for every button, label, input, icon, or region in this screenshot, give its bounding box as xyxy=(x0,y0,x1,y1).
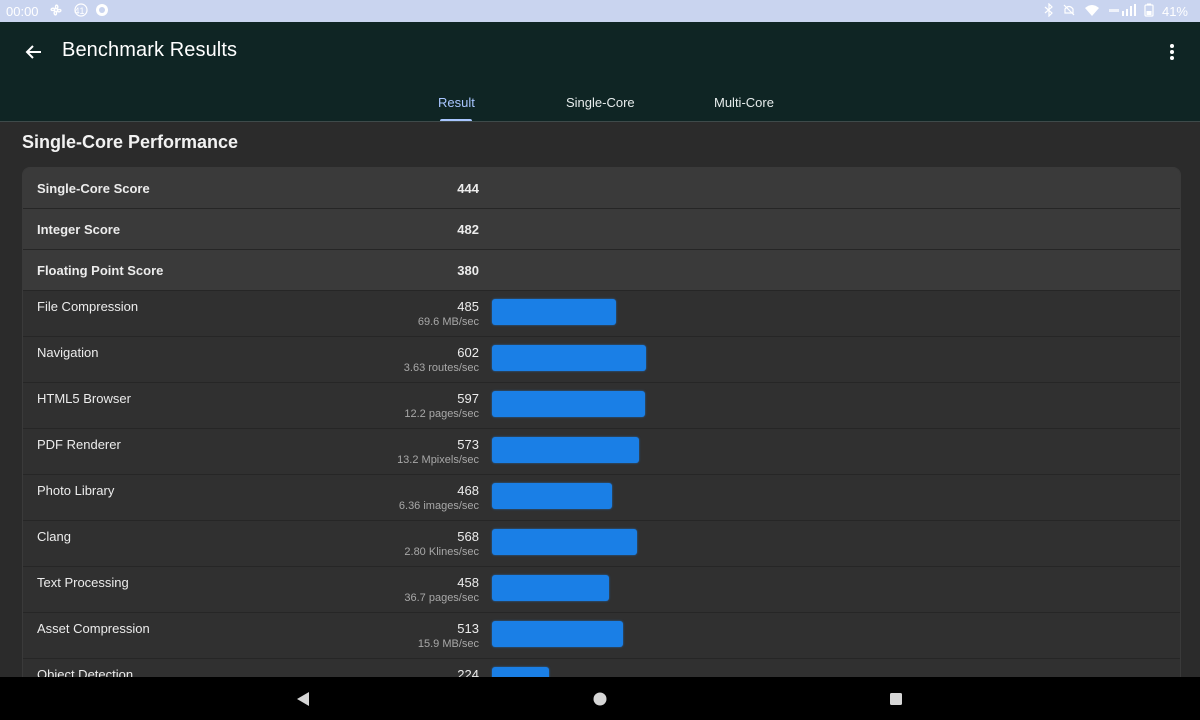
back-button[interactable] xyxy=(20,38,48,66)
results-card: Single-Core Score 444 Integer Score 482 … xyxy=(22,167,1181,689)
bluetooth-icon xyxy=(1044,2,1054,19)
row-name: File Compression xyxy=(37,299,139,314)
mute-icon xyxy=(1062,3,1076,19)
tab-result[interactable]: Result xyxy=(438,95,475,110)
row-rate: 6.36 images/sec xyxy=(398,500,479,512)
detail-row-file-compression: File Compression 485 69.6 MB/sec xyxy=(23,291,1180,337)
section-title: Single-Core Performance xyxy=(22,132,239,152)
battery-icon xyxy=(1144,3,1154,19)
row-rate: 2.80 Klines/sec xyxy=(404,546,479,558)
signal-icon xyxy=(1108,3,1136,19)
score-bar xyxy=(492,483,612,509)
row-score: 485 xyxy=(457,299,479,314)
row-score: 444 xyxy=(457,181,479,196)
detail-row-asset-compression: Asset Compression 513 15.9 MB/sec xyxy=(23,613,1180,659)
row-rate: 3.63 routes/sec xyxy=(403,362,479,374)
detail-row-navigation: Navigation 602 3.63 routes/sec xyxy=(23,337,1180,383)
row-rate: 15.9 MB/sec xyxy=(417,638,479,650)
detail-row-text-processing: Text Processing 458 36.7 pages/sec xyxy=(23,567,1180,613)
app-bar-divider xyxy=(0,121,1200,122)
score-bar xyxy=(492,299,616,325)
row-name: Clang xyxy=(37,529,71,544)
arrow-left-icon xyxy=(25,45,41,59)
row-score: 513 xyxy=(457,621,479,636)
score-bar xyxy=(492,345,646,371)
row-score: 602 xyxy=(457,345,479,360)
summary-row-floating-point-score: Floating Point Score 380 xyxy=(23,250,1180,291)
row-score: 597 xyxy=(457,391,479,406)
square-recents-icon xyxy=(890,693,902,705)
row-name: Floating Point Score xyxy=(37,263,164,278)
status-right: 41% xyxy=(1044,2,1200,19)
row-score: 573 xyxy=(457,437,479,452)
row-score: 468 xyxy=(457,483,479,498)
tab-bar: Result Single-Core Multi-Core xyxy=(0,88,1200,122)
row-name: Integer Score xyxy=(37,222,121,237)
triangle-back-icon xyxy=(297,692,309,706)
wifi-icon xyxy=(1084,3,1100,19)
score-bar xyxy=(492,575,609,601)
row-name: Asset Compression xyxy=(37,621,150,636)
status-left: 00:00 41 xyxy=(0,3,109,19)
tab-single-core[interactable]: Single-Core xyxy=(566,95,635,110)
detail-row-photo-library: Photo Library 468 6.36 images/sec xyxy=(23,475,1180,521)
system-nav-bar xyxy=(0,677,1200,720)
row-name: PDF Renderer xyxy=(37,437,121,452)
score-bar xyxy=(492,391,645,417)
row-name: Navigation xyxy=(37,345,99,360)
row-rate: 13.2 Mpixels/sec xyxy=(397,454,479,466)
nav-recents-button[interactable] xyxy=(884,687,908,711)
tab-multi-core[interactable]: Multi-Core xyxy=(714,95,774,110)
score-bar xyxy=(492,621,623,647)
fan-icon xyxy=(49,3,63,19)
summary-row-integer-score: Integer Score 482 xyxy=(23,209,1180,250)
more-vertical-icon xyxy=(1170,44,1174,60)
row-score: 568 xyxy=(457,529,479,544)
notification-count: 41 xyxy=(74,6,85,16)
summary-row-single-core-score: Single-Core Score 444 xyxy=(23,168,1180,209)
row-name: Single-Core Score xyxy=(37,181,150,196)
nav-back-button[interactable] xyxy=(291,687,315,711)
app-notification-icon xyxy=(95,3,109,19)
detail-row-pdf-renderer: PDF Renderer 573 13.2 Mpixels/sec xyxy=(23,429,1180,475)
row-rate: 69.6 MB/sec xyxy=(417,316,479,328)
row-score: 458 xyxy=(457,575,479,590)
row-rate: 36.7 pages/sec xyxy=(404,592,479,604)
score-bar xyxy=(492,529,637,555)
detail-row-html5-browser: HTML5 Browser 597 12.2 pages/sec xyxy=(23,383,1180,429)
detail-row-clang: Clang 568 2.80 Klines/sec xyxy=(23,521,1180,567)
status-bar: 00:00 41 41% xyxy=(0,0,1200,22)
app-bar: Benchmark Results Result Single-Core Mul… xyxy=(0,22,1200,122)
page-title: Benchmark Results xyxy=(62,39,238,61)
row-score: 380 xyxy=(457,263,479,278)
status-time: 00:00 xyxy=(6,3,39,19)
battery-percent: 41% xyxy=(1161,3,1188,19)
row-name: HTML5 Browser xyxy=(37,391,131,406)
row-score: 482 xyxy=(457,222,479,237)
row-name: Text Processing xyxy=(37,575,129,590)
nav-home-button[interactable] xyxy=(588,687,612,711)
overflow-menu-button[interactable] xyxy=(1160,38,1184,66)
circle-home-icon xyxy=(593,692,607,706)
row-name: Photo Library xyxy=(37,483,115,498)
row-rate: 12.2 pages/sec xyxy=(404,408,479,420)
score-bar xyxy=(492,437,639,463)
